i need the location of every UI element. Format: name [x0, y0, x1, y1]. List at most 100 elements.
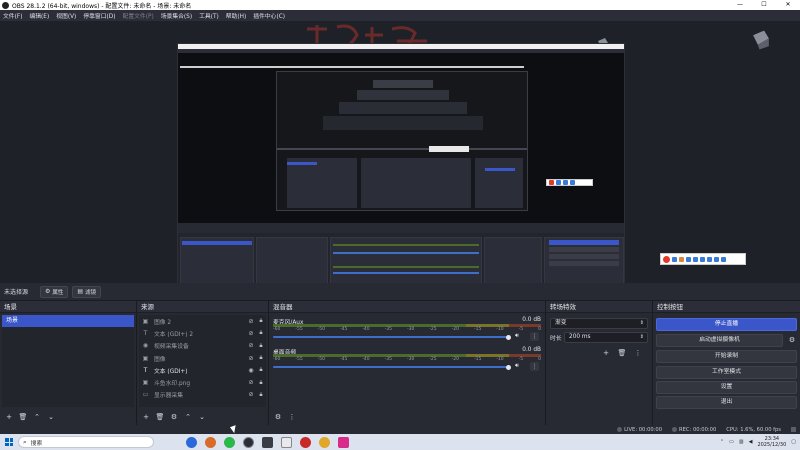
close-button[interactable]: ✕ [776, 0, 800, 10]
app-explorer-icon[interactable] [319, 436, 330, 448]
source-item[interactable]: ▣ 图像 ⊘ 🔒︎ [139, 352, 266, 364]
app-pink-icon[interactable] [338, 436, 349, 448]
meter-ticks: -60 -55 -50 -45 -40 -35 -30 -25 -20 -15 -10 -5 0 [273, 327, 541, 333]
source-item[interactable]: ▣ 图像 2 ⊘ 🔒︎ [139, 315, 266, 327]
virtual-camera-settings-icon[interactable]: ⚙ [786, 334, 798, 346]
studio-mode-button[interactable]: 工作室模式 [656, 366, 797, 379]
meter-tick-label: -20 [451, 357, 459, 362]
move-up-button[interactable]: ⌃ [31, 411, 43, 423]
taskbar-clock[interactable]: 23:34 2025/12/30 [757, 436, 786, 448]
source-item[interactable]: T 文本 (GDI+) 2 ⊘ 🔒︎ [139, 327, 266, 339]
lock-icon[interactable]: 🔒︎ [256, 391, 266, 399]
volume-icon[interactable]: ◀ [749, 439, 753, 445]
transition-menu-button[interactable]: ⋮ [632, 347, 644, 359]
keyboard-icon[interactable]: ▭ [729, 439, 734, 445]
preview-area[interactable] [0, 21, 800, 298]
gear-icon: ⚙ [45, 288, 51, 295]
filters-button[interactable]: ▤ 滤镜 [72, 285, 102, 298]
ime-toolbar[interactable] [660, 253, 746, 265]
app-plane-icon[interactable] [262, 436, 273, 448]
menu-profile[interactable]: 配置文件(P) [123, 11, 154, 20]
lock-icon[interactable]: 🔒︎ [256, 329, 266, 337]
remove-transition-button[interactable]: 🗑 [616, 347, 628, 359]
filter-icon: ▤ [77, 288, 84, 295]
app-browser-icon[interactable] [205, 436, 216, 448]
eye-hidden-icon[interactable]: ⊘ [246, 330, 256, 337]
maximize-button[interactable]: ☐ [752, 0, 776, 10]
app-document-icon[interactable] [281, 436, 292, 448]
add-transition-button[interactable]: + [600, 347, 612, 359]
channel-db: 0.0 dB [522, 347, 541, 353]
network-icon[interactable]: ▥ [739, 439, 744, 445]
volume-slider[interactable] [273, 366, 509, 368]
eye-hidden-icon[interactable]: ⊘ [246, 355, 256, 362]
menu-plugin-center[interactable]: 插件中心(C) [253, 11, 285, 20]
remove-scene-button[interactable]: 🗑 [17, 411, 29, 423]
chevron-up-icon[interactable]: ⌃ [720, 439, 724, 445]
notification-icon[interactable]: ▢ [791, 439, 796, 445]
eye-hidden-icon[interactable]: ⊘ [246, 379, 256, 386]
lock-icon[interactable]: 🔒︎ [256, 342, 266, 350]
source-settings-button[interactable]: ⚙ [168, 411, 180, 423]
remove-source-button[interactable]: 🗑 [154, 411, 166, 423]
volume-slider[interactable] [273, 336, 509, 338]
lock-icon[interactable]: 🔒︎ [256, 317, 266, 325]
obs-taskbar-icon[interactable] [243, 436, 254, 448]
channel-menu-button[interactable]: ⋮ [530, 362, 539, 371]
exit-button[interactable]: 退出 [656, 396, 797, 409]
sources-dock: 来源 ▣ 图像 2 ⊘ 🔒︎ T 文本 (GDI+) 2 ⊘ 🔒︎ ◉ 视频采集设备 ⊘ 🔒︎ ▣ 图像 ⊘… [137, 301, 269, 425]
menu-docks[interactable]: 停靠窗口(D) [83, 11, 115, 20]
source-item[interactable]: ▣ 斗鱼水印.png ⊘ 🔒︎ [139, 376, 266, 388]
menu-view[interactable]: 视图(V) [56, 11, 76, 20]
eye-icon[interactable]: ◉ [246, 367, 256, 374]
rec-status: REC: 00:00:00 [672, 427, 716, 433]
mixer-footer: ⚙ ⋮ [269, 409, 545, 425]
stop-streaming-button[interactable]: 停止直播 [656, 318, 797, 331]
lock-icon[interactable]: 🔒︎ [256, 379, 266, 387]
lock-icon[interactable]: 🔒︎ [256, 354, 266, 362]
controls-title: 控制按钮 [653, 301, 800, 313]
eye-hidden-icon[interactable]: ⊘ [246, 318, 256, 325]
channel-menu-button[interactable]: ⋮ [530, 332, 539, 341]
source-item[interactable]: T 文本 (GDI+) ◉ 🔒︎ [139, 364, 266, 376]
preview-canvas[interactable] [177, 43, 625, 298]
transitions-title: 转场特效 [546, 301, 652, 313]
source-name: 图像 [154, 356, 166, 363]
volume-slider-handle[interactable] [506, 334, 511, 340]
source-item[interactable]: ▭ 显示器采集 ⊘ 🔒︎ [139, 389, 266, 401]
app-chat-icon[interactable] [224, 436, 235, 448]
menu-edit[interactable]: 编辑(E) [29, 11, 49, 20]
move-down-button[interactable]: ⌄ [196, 411, 208, 423]
speaker-icon[interactable]: 🔊︎ [515, 362, 519, 370]
menu-file[interactable]: 文件(F) [3, 11, 22, 20]
source-item[interactable]: ◉ 视频采集设备 ⊘ 🔒︎ [139, 340, 266, 352]
properties-button[interactable]: ⚙ 属性 [40, 285, 69, 298]
app-avatar-icon[interactable] [300, 436, 311, 448]
scene-item[interactable]: 场景 [2, 315, 134, 327]
settings-button[interactable]: 设置 [656, 381, 797, 394]
move-down-button[interactable]: ⌄ [45, 411, 57, 423]
speaker-icon[interactable]: 🔊︎ [515, 332, 519, 340]
meter-tick-label: -15 [473, 357, 482, 362]
start-recording-button[interactable]: 开始录制 [656, 350, 797, 363]
volume-slider-handle[interactable] [506, 364, 511, 370]
app-k-icon[interactable] [186, 436, 197, 448]
transition-select[interactable]: 渐变 ⇕ [550, 318, 648, 329]
move-up-button[interactable]: ⌃ [182, 411, 194, 423]
windows-start-icon[interactable] [5, 438, 13, 446]
mixer-menu-button[interactable]: ⋮ [286, 411, 298, 423]
menu-help[interactable]: 帮助(H) [226, 11, 246, 20]
add-scene-button[interactable]: + [3, 411, 15, 423]
menu-scene-collection[interactable]: 场景集合(S) [161, 11, 192, 20]
eye-hidden-icon[interactable]: ⊘ [246, 342, 256, 349]
minimize-button[interactable]: — [728, 0, 752, 10]
start-virtual-camera-button[interactable]: 启动虚拟摄像机 [656, 334, 783, 347]
taskbar-search[interactable]: ⌕ 搜索 [18, 436, 154, 448]
duration-spinbox[interactable]: 200 ms ⇕ [564, 332, 648, 343]
windows-taskbar: ⌕ 搜索 ⌃ ▭ ▥ ◀ 23:34 2025/12/30 ▢ [0, 434, 800, 450]
menu-tools[interactable]: 工具(T) [199, 11, 219, 20]
advanced-audio-icon[interactable]: ⚙ [272, 411, 284, 423]
eye-hidden-icon[interactable]: ⊘ [246, 391, 256, 398]
lock-icon[interactable]: 🔒︎ [256, 366, 266, 374]
add-source-button[interactable]: + [140, 411, 152, 423]
